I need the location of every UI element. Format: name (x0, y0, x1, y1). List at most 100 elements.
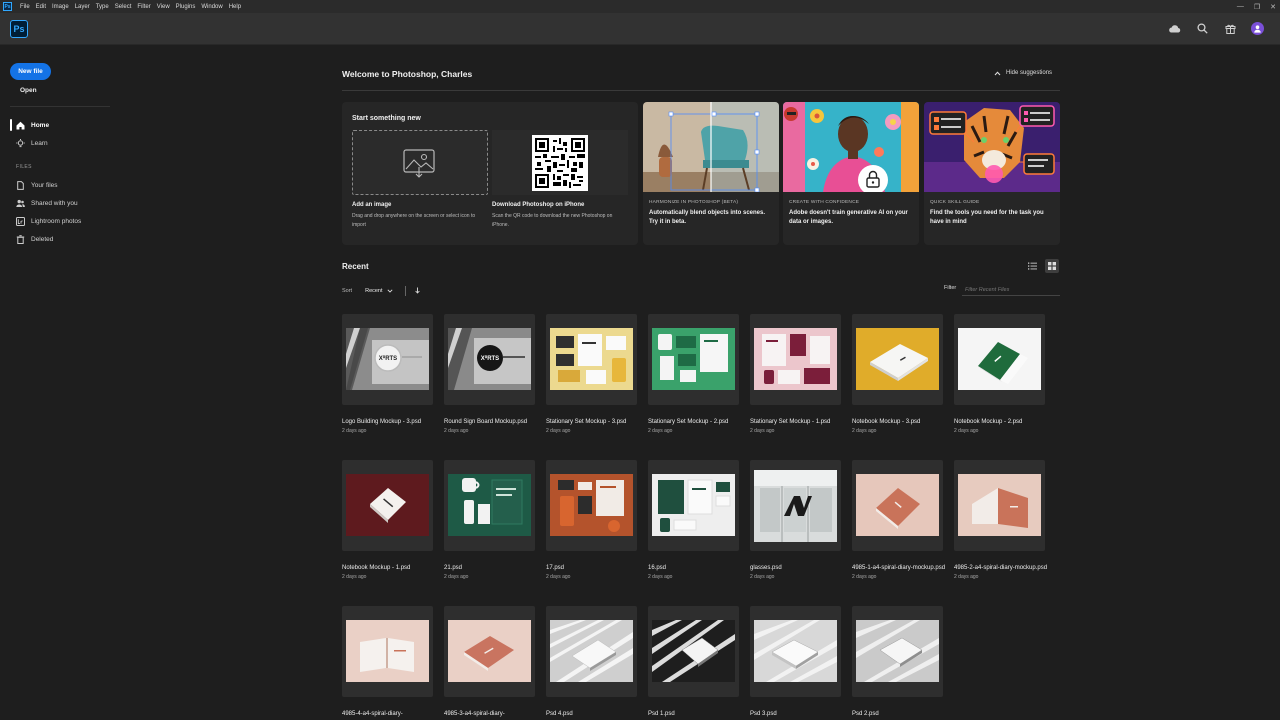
file-tile[interactable]: 4985-3-a4-spiral-diary- (444, 606, 535, 720)
file-tile[interactable]: Stationary Set Mockup - 1.psd 2 days ago (750, 314, 841, 434)
add-image-title: Add an image (352, 202, 392, 208)
sidebar-divider (10, 106, 110, 107)
sort-direction-button[interactable] (414, 287, 420, 296)
file-thumbnail (546, 460, 637, 551)
sidebar-item-your-files[interactable]: Your files (10, 178, 110, 192)
recent-heading: Recent (342, 262, 369, 271)
file-tile[interactable]: Psd 4.psd (546, 606, 637, 720)
home-icon (10, 121, 26, 130)
menu-bar: Ps File Edit Image Layer Type Select Fil… (0, 0, 1280, 13)
sidebar-item-lightroom[interactable]: Lightroom photos (10, 214, 110, 228)
menu-image[interactable]: Image (49, 4, 72, 10)
filter-label: Filter (944, 285, 957, 291)
file-tile[interactable]: glasses.psd 2 days ago (750, 460, 841, 580)
qr-code (532, 134, 588, 191)
menu-plugins[interactable]: Plugins (173, 4, 199, 10)
minimize-button[interactable]: — (1237, 3, 1244, 10)
start-card-title: Start something new (352, 115, 421, 122)
file-name: 4985-3-a4-spiral-diary- (444, 711, 505, 717)
file-name: Logo Building Mockup - 3.psd (342, 419, 422, 425)
svg-text:X⁰RTS: X⁰RTS (379, 355, 397, 362)
sidebar-item-label: Lightroom photos (31, 217, 82, 225)
menu-layer[interactable]: Layer (72, 4, 93, 10)
suggestion-description: Adobe doesn't train generative AI on you… (789, 210, 908, 225)
add-image-dropzone[interactable] (352, 130, 488, 195)
file-name: 17.psd (546, 565, 565, 571)
harmonize-image (643, 102, 779, 192)
filter-input[interactable] (962, 284, 1060, 296)
open-button[interactable]: Open (20, 87, 37, 94)
download-photoshop-description: Scan the QR code to download the new Pho… (492, 213, 613, 228)
file-name: Round Sign Board Mockup.psd (444, 419, 528, 425)
file-name: 4985-2-a4-spiral-diary-mockup.psd (954, 565, 1048, 571)
menu-view[interactable]: View (154, 4, 173, 10)
file-name: Stationary Set Mockup - 2.psd (648, 419, 729, 425)
people-icon (10, 199, 26, 208)
menu-select[interactable]: Select (112, 4, 135, 10)
menu-window[interactable]: Window (198, 4, 225, 10)
file-date: 2 days ago (444, 574, 469, 580)
maximize-button[interactable]: ❐ (1254, 3, 1260, 11)
suggestion-card-create-with-confidence[interactable]: CREATE WITH CONFIDENCE Adobe doesn't tra… (783, 102, 919, 245)
file-thumbnail (648, 314, 739, 405)
file-name: 4985-4-a4-spiral-diary- (342, 711, 403, 717)
file-tile[interactable]: Psd 1.psd (648, 606, 739, 720)
menu-file[interactable]: File (17, 4, 33, 10)
file-date: 2 days ago (750, 574, 775, 580)
sidebar-item-learn[interactable]: Learn (10, 136, 110, 150)
grid-view-button[interactable] (1045, 259, 1059, 273)
sort-dropdown[interactable]: Recent (365, 288, 393, 294)
photoshop-logo[interactable]: Ps (10, 20, 28, 38)
file-name: Stationary Set Mockup - 1.psd (750, 419, 831, 425)
file-tile[interactable]: 21.psd 2 days ago (444, 460, 535, 580)
hide-suggestions-button[interactable]: Hide suggestions (994, 70, 1052, 76)
suggestion-tag: QUICK SKILL GUIDE (930, 200, 980, 205)
file-name: Psd 3.psd (750, 711, 777, 717)
file-tile[interactable]: Psd 2.psd (852, 606, 943, 720)
sidebar-item-label: Deleted (31, 235, 54, 243)
file-tile[interactable]: X⁰RTS Round Sign Board Mockup.psd 2 days… (444, 314, 535, 434)
cloud-icon[interactable] (1167, 21, 1181, 35)
file-tile[interactable]: Psd 3.psd (750, 606, 841, 720)
file-date: 2 days ago (546, 428, 571, 434)
menu-type[interactable]: Type (93, 4, 112, 10)
file-thumbnail (852, 606, 943, 697)
close-button[interactable]: ✕ (1270, 3, 1276, 11)
suggestion-card-harmonize[interactable]: HARMONIZE IN PHOTOSHOP (BETA) Automatica… (643, 102, 779, 245)
menu-edit[interactable]: Edit (33, 4, 49, 10)
qr-code-panel (492, 130, 628, 195)
gift-icon[interactable] (1223, 21, 1237, 35)
file-name: 21.psd (444, 565, 463, 571)
file-tile[interactable]: 4985-4-a4-spiral-diary- (342, 606, 433, 720)
file-tile[interactable]: Notebook Mockup - 2.psd 2 days ago (954, 314, 1045, 434)
sidebar-item-home[interactable]: Home (10, 118, 110, 132)
file-tile[interactable]: Stationary Set Mockup - 3.psd 2 days ago (546, 314, 637, 434)
menu-filter[interactable]: Filter (134, 4, 153, 10)
window-controls: — ❐ ✕ (1237, 0, 1276, 13)
file-thumbnail (954, 460, 1045, 551)
file-tile[interactable]: 4985-1-a4-spiral-diary-mockup.psd 2 days… (852, 460, 945, 580)
file-name: Notebook Mockup - 3.psd (852, 419, 921, 425)
file-name: Notebook Mockup - 1.psd (342, 565, 411, 571)
new-file-button[interactable]: New file (10, 63, 51, 80)
suggestion-card-quick-skill-guide[interactable]: QUICK SKILL GUIDE Find the tools you nee… (924, 102, 1060, 245)
menu-help[interactable]: Help (226, 4, 244, 10)
sidebar-item-deleted[interactable]: Deleted (10, 232, 110, 246)
trash-icon (10, 234, 26, 244)
user-avatar[interactable] (1251, 21, 1264, 35)
file-tile[interactable]: 17.psd 2 days ago (546, 460, 637, 580)
list-view-button[interactable] (1025, 259, 1039, 273)
file-tile[interactable]: Notebook Mockup - 3.psd 2 days ago (852, 314, 943, 434)
file-tile[interactable]: Stationary Set Mockup - 2.psd 2 days ago (648, 314, 739, 434)
file-tile[interactable]: X⁰RTS Logo Building Mockup - 3.psd 2 day… (342, 314, 433, 434)
file-tile[interactable]: 16.psd 2 days ago (648, 460, 739, 580)
file-tile[interactable]: 4985-2-a4-spiral-diary-mockup.psd 2 days… (954, 460, 1047, 580)
quick-skill-guide-image (924, 102, 1060, 192)
add-image-icon (403, 148, 435, 178)
sidebar-item-shared[interactable]: Shared with you (10, 196, 110, 210)
chevron-up-icon (994, 70, 1001, 75)
file-thumbnail (444, 460, 535, 551)
grid-icon (1048, 262, 1056, 270)
search-icon[interactable] (1195, 21, 1209, 35)
file-tile[interactable]: Notebook Mockup - 1.psd 2 days ago (342, 460, 433, 580)
